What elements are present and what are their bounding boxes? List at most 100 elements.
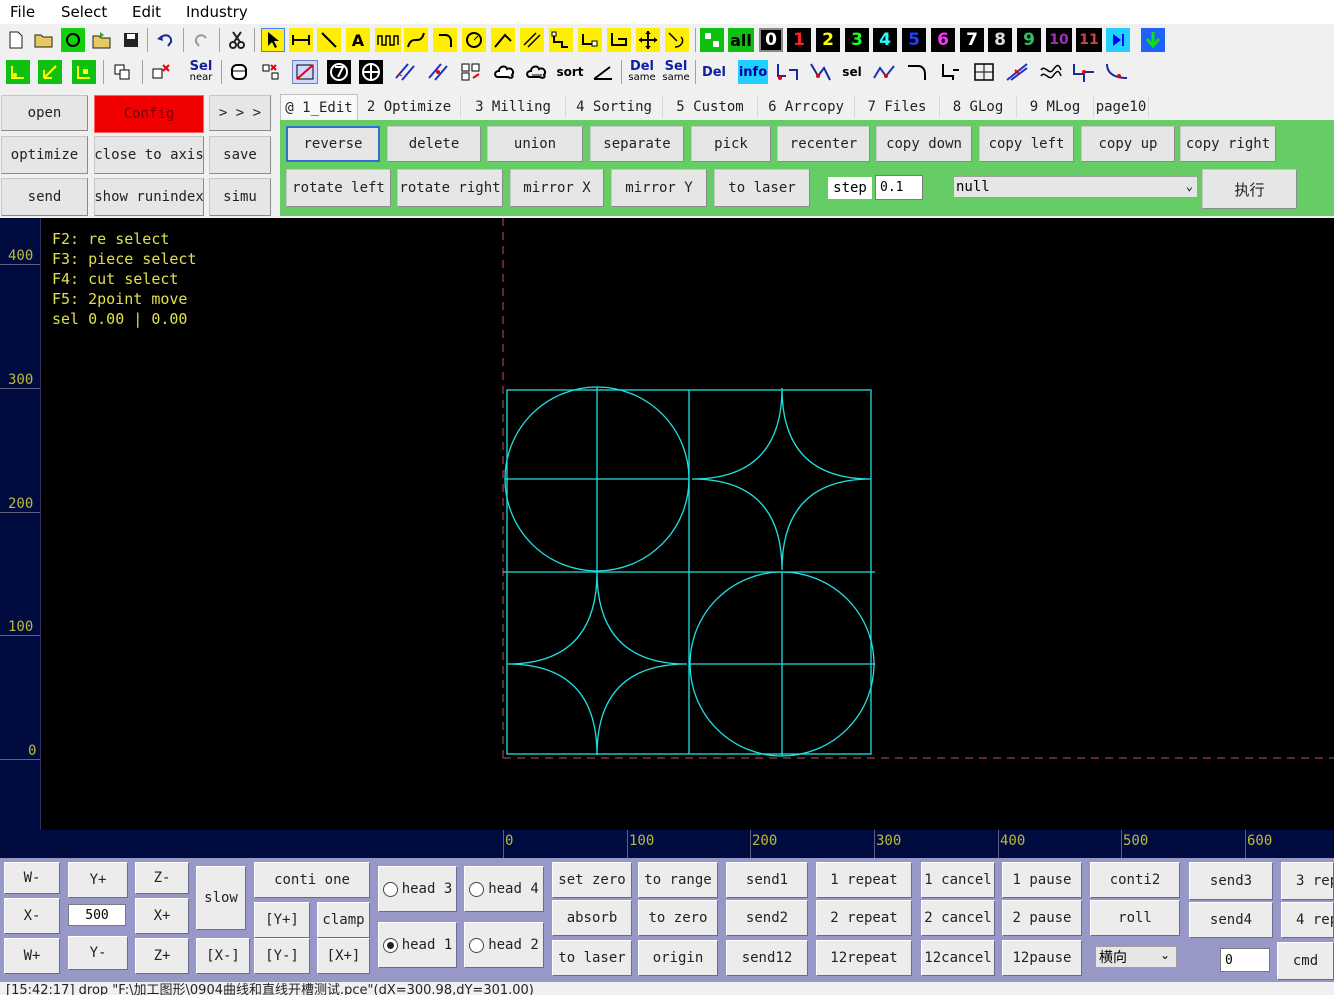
open-folder-icon[interactable] bbox=[32, 28, 56, 52]
x-plus-bracket-button[interactable]: [X+] bbox=[317, 938, 370, 974]
copy-left-button[interactable]: copy left bbox=[979, 126, 1074, 162]
cancel-12-button[interactable]: 12cancel bbox=[921, 940, 995, 976]
y-minus-button[interactable]: Y- bbox=[68, 936, 128, 970]
send4-button[interactable]: send4 bbox=[1189, 902, 1273, 938]
menu-industry[interactable]: Industry bbox=[186, 3, 248, 21]
angle-measure-icon[interactable] bbox=[590, 60, 616, 84]
tab-custom[interactable]: 5 Custom bbox=[663, 96, 758, 118]
bezier-tool-icon[interactable] bbox=[404, 28, 428, 52]
send2-button[interactable]: send2 bbox=[726, 900, 808, 936]
circle-arc-icon[interactable] bbox=[462, 28, 486, 52]
cmd-button[interactable]: cmd bbox=[1277, 942, 1334, 980]
to-laser-button[interactable]: to laser bbox=[714, 169, 810, 207]
slow-button[interactable]: slow bbox=[196, 866, 246, 930]
del-button[interactable]: Del bbox=[700, 60, 728, 84]
mirror-x-button[interactable]: mirror X bbox=[510, 169, 604, 207]
cancel-1-button[interactable]: 1 cancel bbox=[921, 862, 995, 898]
pause-2-button[interactable]: 2 pause bbox=[1002, 900, 1082, 936]
copy-shape-icon[interactable] bbox=[110, 60, 134, 84]
lead-in-icon[interactable] bbox=[665, 28, 689, 52]
layer-5-button[interactable]: 5 bbox=[902, 28, 926, 52]
mirror-y-button[interactable]: mirror Y bbox=[611, 169, 707, 207]
mode-combo[interactable]: null ⌄ bbox=[953, 176, 1198, 198]
start-point-icon[interactable] bbox=[6, 60, 30, 84]
info-button[interactable]: info bbox=[738, 60, 768, 84]
pointer-select-icon[interactable] bbox=[261, 28, 285, 52]
sel-same-button[interactable]: Sel same bbox=[660, 58, 692, 86]
y-plus-button[interactable]: Y+ bbox=[68, 862, 128, 898]
tab-milling[interactable]: 3 Milling bbox=[461, 96, 566, 118]
seven-circle-icon[interactable] bbox=[327, 60, 351, 84]
send-button[interactable]: send bbox=[1, 178, 88, 216]
arc-corner-icon[interactable] bbox=[433, 28, 457, 52]
step-corner-icon[interactable] bbox=[937, 60, 965, 84]
roll-button[interactable]: roll bbox=[1090, 900, 1180, 936]
circle-tool-icon[interactable] bbox=[61, 28, 85, 52]
set-zero-button[interactable]: set zero bbox=[552, 862, 632, 898]
tab-optimize[interactable]: 2 Optimize bbox=[358, 96, 461, 118]
conti2-button[interactable]: conti2 bbox=[1090, 862, 1180, 898]
zigzag-tool-icon[interactable] bbox=[870, 60, 898, 84]
menu-edit[interactable]: Edit bbox=[132, 3, 161, 21]
separate-button[interactable]: separate bbox=[590, 126, 684, 162]
slash-frame-icon[interactable] bbox=[292, 60, 318, 84]
step-path-icon[interactable] bbox=[1070, 60, 1098, 84]
y-minus-bracket-button[interactable]: [Y-] bbox=[254, 938, 310, 974]
all-layers-button[interactable]: all bbox=[728, 28, 754, 52]
grid-layer-icon[interactable] bbox=[700, 28, 724, 52]
menu-select[interactable]: Select bbox=[61, 3, 107, 21]
wave-pattern-icon[interactable] bbox=[1037, 60, 1065, 84]
wave-tool-icon[interactable] bbox=[375, 28, 401, 52]
step-input[interactable] bbox=[875, 175, 923, 200]
new-file-icon[interactable] bbox=[4, 28, 28, 52]
copy-down-button[interactable]: copy down bbox=[876, 126, 972, 162]
send12-button[interactable]: send12 bbox=[726, 940, 808, 976]
del-same-button[interactable]: Del same bbox=[626, 58, 658, 86]
node-edit-icon[interactable] bbox=[578, 28, 602, 52]
z-plus-button[interactable]: Z+ bbox=[135, 938, 189, 974]
copy-right-button[interactable]: copy right bbox=[1180, 126, 1276, 162]
repeat-2-button[interactable]: 2 repeat bbox=[816, 900, 912, 936]
y-plus-bracket-button[interactable]: [Y+] bbox=[254, 902, 310, 938]
cancel-2-button[interactable]: 2 cancel bbox=[921, 900, 995, 936]
tab-mlog[interactable]: 9 MLog bbox=[1017, 96, 1094, 118]
repeat-1-button[interactable]: 1 repeat bbox=[816, 862, 912, 898]
send3-button[interactable]: send3 bbox=[1189, 862, 1273, 900]
simu-button[interactable]: simu bbox=[209, 178, 271, 216]
z-minus-button[interactable]: Z- bbox=[135, 862, 189, 894]
path-link-icon[interactable] bbox=[806, 60, 834, 84]
direction-select[interactable]: 横向 ⌄ bbox=[1095, 946, 1177, 968]
curve-path-icon[interactable] bbox=[1103, 60, 1131, 84]
x-minus-button[interactable]: X- bbox=[4, 898, 60, 934]
delete-shape-icon[interactable] bbox=[149, 60, 173, 84]
head-3-radio[interactable]: head 3 bbox=[378, 866, 457, 912]
cut-scissors-icon[interactable] bbox=[225, 28, 249, 52]
repeat-3-button[interactable]: 3 rep bbox=[1281, 862, 1334, 900]
head-1-radio[interactable]: head 1 bbox=[378, 922, 457, 968]
layer-8-button[interactable]: 8 bbox=[988, 28, 1012, 52]
copy-up-button[interactable]: copy up bbox=[1081, 126, 1175, 162]
download-arrow-icon[interactable] bbox=[1141, 28, 1165, 52]
corner-origin-icon[interactable] bbox=[72, 60, 96, 84]
send1-button[interactable]: send1 bbox=[726, 862, 808, 898]
tab-arrcopy[interactable]: 6 Arrcopy bbox=[758, 96, 855, 118]
node-tool-icon[interactable] bbox=[549, 28, 573, 52]
layer-3-button[interactable]: 3 bbox=[845, 28, 869, 52]
tab-edit[interactable]: @ 1_Edit bbox=[280, 94, 358, 121]
rotate-left-button[interactable]: rotate left bbox=[286, 169, 391, 207]
layer-10-button[interactable]: 10 bbox=[1046, 28, 1072, 52]
tab-page10[interactable]: page10 bbox=[1094, 96, 1149, 118]
config-button[interactable]: Config bbox=[94, 95, 204, 133]
close-to-axis-button[interactable]: close to axis bbox=[94, 136, 204, 174]
compass-icon[interactable] bbox=[359, 60, 383, 84]
conti-one-button[interactable]: conti one bbox=[254, 862, 370, 898]
move-cross-icon[interactable] bbox=[636, 28, 660, 52]
to-zero-button[interactable]: to zero bbox=[638, 900, 718, 936]
arrow-origin-icon[interactable] bbox=[38, 60, 62, 84]
w-minus-button[interactable]: W- bbox=[4, 862, 60, 894]
layer-6-button[interactable]: 6 bbox=[931, 28, 955, 52]
pause-12-button[interactable]: 12pause bbox=[1002, 940, 1082, 976]
layer-2-button[interactable]: 2 bbox=[816, 28, 840, 52]
sel-near-button[interactable]: Sel near bbox=[186, 58, 216, 86]
layer-11-button[interactable]: 11 bbox=[1076, 28, 1102, 52]
